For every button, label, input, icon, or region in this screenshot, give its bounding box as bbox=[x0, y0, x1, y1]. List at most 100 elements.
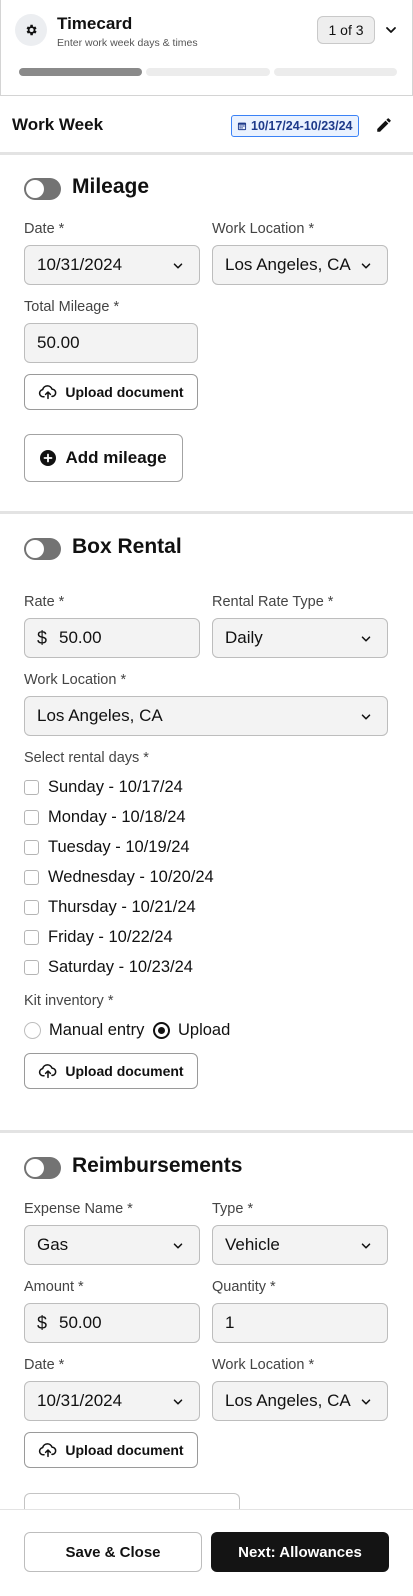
box-rental-location-value: Los Angeles, CA bbox=[37, 706, 163, 725]
section-divider bbox=[0, 1130, 413, 1133]
rental-day-label: Sunday - 10/17/24 bbox=[48, 777, 183, 796]
kit-option-upload[interactable]: Upload bbox=[153, 1019, 230, 1041]
box-rental-location-select[interactable]: Los Angeles, CA bbox=[24, 696, 388, 736]
rental-day-label: Wednesday - 10/20/24 bbox=[48, 867, 214, 886]
expense-name-label: Expense Name * bbox=[24, 1201, 133, 1217]
expense-name-value: Gas bbox=[37, 1235, 69, 1254]
mileage-location-label: Work Location * bbox=[212, 221, 315, 237]
page-subtitle: Enter work week days & times bbox=[57, 37, 198, 49]
chevron-down-icon bbox=[361, 263, 371, 269]
expense-type-select[interactable]: Vehicle bbox=[212, 1225, 388, 1265]
currency-symbol: $ bbox=[37, 627, 48, 648]
mileage-location-value: Los Angeles, CA bbox=[225, 255, 351, 274]
currency-symbol: $ bbox=[37, 1312, 48, 1333]
work-week-date-chip[interactable]: 10/17/24-10/23/24 bbox=[231, 115, 360, 137]
kit-radio-manual[interactable] bbox=[24, 1021, 41, 1039]
progress-step bbox=[146, 68, 270, 76]
toggle-knob bbox=[26, 180, 44, 198]
rental-day-checkbox[interactable] bbox=[24, 869, 39, 885]
mileage-date-value: 10/31/2024 bbox=[37, 255, 123, 274]
reimbursement-location-value: Los Angeles, CA bbox=[225, 1391, 351, 1410]
mileage-section-title: Mileage bbox=[72, 175, 150, 198]
add-mileage-label: Add mileage bbox=[65, 448, 167, 467]
footer-actions: Save & Close Next: Allowances bbox=[0, 1509, 413, 1596]
reimbursements-section-title: Reimbursements bbox=[72, 1154, 243, 1177]
rental-rate-type-value: Daily bbox=[225, 628, 263, 647]
reimbursement-date-select[interactable]: 10/31/2024 bbox=[24, 1381, 200, 1421]
rental-day-label: Thursday - 10/21/24 bbox=[48, 897, 196, 916]
mileage-upload-button[interactable]: Upload document bbox=[24, 374, 198, 410]
rental-day-label: Saturday - 10/23/24 bbox=[48, 957, 193, 976]
mileage-date-select[interactable]: 10/31/2024 bbox=[24, 245, 200, 285]
rental-day-label: Friday - 10/22/24 bbox=[48, 927, 173, 946]
reimbursement-upload-button[interactable]: Upload document bbox=[24, 1432, 198, 1468]
upload-cloud-icon bbox=[39, 1443, 57, 1458]
kit-option-label: Upload bbox=[178, 1020, 231, 1039]
chevron-down-icon bbox=[173, 263, 183, 269]
rental-day-checkbox[interactable] bbox=[24, 809, 39, 825]
progress-step bbox=[273, 68, 397, 76]
chevron-down-icon bbox=[173, 1399, 183, 1405]
add-mileage-button[interactable]: Add mileage bbox=[24, 434, 183, 482]
chevron-down-icon bbox=[173, 1243, 183, 1249]
kit-radio-upload[interactable] bbox=[153, 1021, 170, 1039]
upload-button-label: Upload document bbox=[65, 1063, 184, 1079]
upload-button-label: Upload document bbox=[65, 384, 184, 400]
reimbursements-toggle[interactable] bbox=[24, 1157, 61, 1179]
total-mileage-input[interactable]: 50.00 bbox=[24, 323, 198, 363]
box-rental-location-label: Work Location * bbox=[24, 672, 127, 688]
mileage-location-select[interactable]: Los Angeles, CA bbox=[212, 245, 388, 285]
section-divider bbox=[0, 152, 413, 155]
expense-type-value: Vehicle bbox=[225, 1235, 280, 1254]
edit-icon[interactable] bbox=[375, 116, 393, 134]
progress-step bbox=[19, 68, 143, 76]
mileage-toggle[interactable] bbox=[24, 178, 61, 200]
rate-input[interactable]: $ 50.00 bbox=[24, 618, 200, 658]
rental-day-label: Monday - 10/18/24 bbox=[48, 807, 186, 826]
chevron-down-icon bbox=[361, 636, 371, 642]
quantity-input[interactable]: 1 bbox=[212, 1303, 388, 1343]
upload-button-label: Upload document bbox=[65, 1442, 184, 1458]
expense-name-select[interactable]: Gas bbox=[24, 1225, 200, 1265]
amount-value: 50.00 bbox=[59, 1313, 102, 1332]
section-divider bbox=[0, 511, 413, 514]
reimbursement-location-select[interactable]: Los Angeles, CA bbox=[212, 1381, 388, 1421]
mileage-date-label: Date * bbox=[24, 221, 65, 237]
rental-day-checkbox[interactable] bbox=[24, 779, 39, 795]
toggle-knob bbox=[26, 540, 44, 558]
rental-rate-type-select[interactable]: Daily bbox=[212, 618, 388, 658]
rental-day-checkbox[interactable] bbox=[24, 929, 39, 945]
save-close-button[interactable]: Save & Close bbox=[24, 1532, 202, 1572]
rental-days-label: Select rental days * bbox=[24, 750, 149, 766]
rental-day-option[interactable]: Friday - 10/22/24 bbox=[24, 926, 173, 948]
upload-cloud-icon bbox=[39, 1064, 57, 1079]
rental-day-option[interactable]: Sunday - 10/17/24 bbox=[24, 776, 183, 798]
rental-day-option[interactable]: Monday - 10/18/24 bbox=[24, 806, 186, 828]
total-mileage-value: 50.00 bbox=[37, 333, 80, 352]
timecard-header: Timecard Enter work week days & times 1 … bbox=[0, 0, 413, 96]
kit-option-manual-entry[interactable]: Manual entry bbox=[24, 1019, 144, 1041]
quantity-label: Quantity * bbox=[212, 1279, 276, 1295]
step-pager[interactable]: 1 of 3 bbox=[317, 16, 375, 44]
rental-day-option[interactable]: Saturday - 10/23/24 bbox=[24, 956, 193, 978]
plus-circle-icon bbox=[40, 450, 57, 466]
amount-label: Amount * bbox=[24, 1279, 84, 1295]
rental-day-checkbox[interactable] bbox=[24, 839, 39, 855]
next-allowances-button[interactable]: Next: Allowances bbox=[211, 1532, 389, 1572]
rental-day-option[interactable]: Wednesday - 10/20/24 bbox=[24, 866, 214, 888]
gear-icon[interactable] bbox=[15, 14, 47, 46]
kit-inventory-label: Kit inventory * bbox=[24, 993, 114, 1009]
expense-type-label: Type * bbox=[212, 1201, 254, 1217]
box-rental-upload-button[interactable]: Upload document bbox=[24, 1053, 198, 1089]
toggle-knob bbox=[26, 1159, 44, 1177]
amount-input[interactable]: $ 50.00 bbox=[24, 1303, 200, 1343]
rental-day-checkbox[interactable] bbox=[24, 959, 39, 975]
box-rental-toggle[interactable] bbox=[24, 538, 61, 560]
total-mileage-label: Total Mileage * bbox=[24, 299, 120, 315]
chevron-down-icon bbox=[361, 714, 371, 720]
rental-day-option[interactable]: Tuesday - 10/19/24 bbox=[24, 836, 190, 858]
rental-day-checkbox[interactable] bbox=[24, 899, 39, 915]
rental-day-option[interactable]: Thursday - 10/21/24 bbox=[24, 896, 196, 918]
work-week-label: Work Week bbox=[12, 115, 104, 134]
chevron-down-icon[interactable] bbox=[383, 22, 399, 38]
